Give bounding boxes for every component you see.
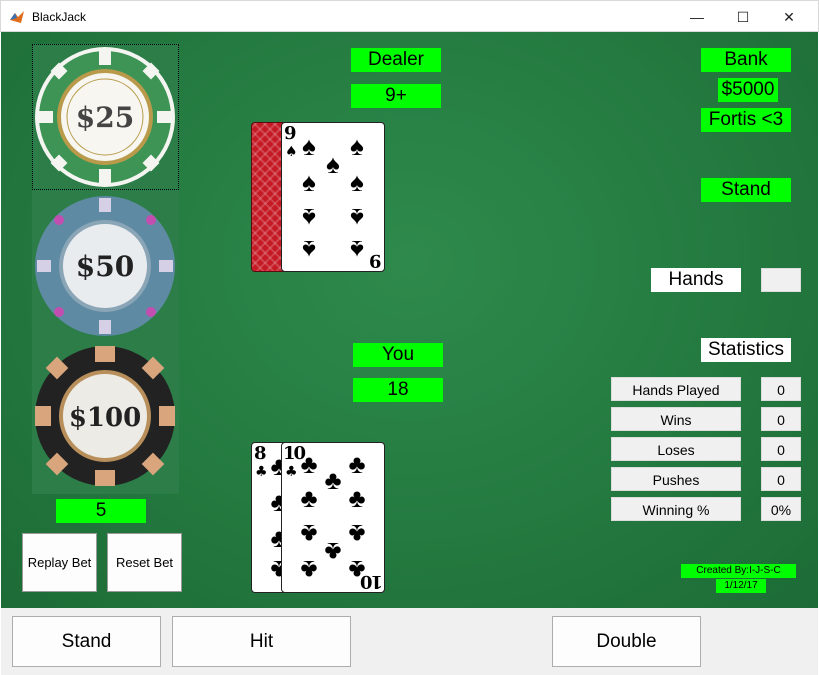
spade-icon: ♠ [350, 167, 364, 197]
matlab-app-icon [10, 11, 24, 23]
spade-icon: ♠ [350, 235, 364, 265]
chip-100-button[interactable]: $100 [33, 344, 178, 488]
title-bar: BlackJack — ☐ ✕ [0, 0, 819, 32]
club-icon: ♣ [300, 555, 318, 585]
spade-icon: ♠ [302, 203, 316, 233]
window-title: BlackJack [32, 10, 87, 24]
club-icon: ♣ [324, 537, 342, 567]
card-rank: 10 [361, 571, 383, 592]
chip-25-value: $25 [76, 101, 134, 134]
stat-label-wins: Wins [611, 407, 741, 431]
stat-value-winning-percent: 0% [761, 497, 801, 521]
spade-icon: ♠ [350, 203, 364, 233]
replay-bet-button[interactable]: Replay Bet [22, 533, 97, 592]
maximize-button[interactable]: ☐ [720, 1, 766, 33]
stat-label-winning-percent: Winning % [611, 497, 741, 521]
player-card-ten-clubs: 10 ♣ ♣ ♣ ♣ ♣ ♣ ♣ ♣ ♣ ♣ ♣ 10 [281, 442, 385, 593]
club-icon: ♣ [300, 519, 318, 549]
status-action: Stand [701, 178, 791, 202]
statistics-title: Statistics [701, 338, 791, 362]
reset-bet-button[interactable]: Reset Bet [107, 533, 182, 592]
credits-author: Created By:I-J-S-C [681, 564, 796, 578]
close-button[interactable]: ✕ [766, 1, 812, 33]
dealer-label: Dealer [351, 48, 441, 72]
stat-value-loses: 0 [761, 437, 801, 461]
club-icon: ♣ [300, 449, 318, 479]
player-name: Fortis <3 [701, 108, 791, 132]
stat-label-pushes: Pushes [611, 467, 741, 491]
bank-amount: $5000 [718, 78, 778, 102]
player-label: You [353, 343, 443, 367]
spade-icon: ♠ [302, 235, 316, 265]
club-icon: ♣ [300, 483, 318, 513]
club-icon: ♣ [348, 449, 366, 479]
minimize-button[interactable]: — [674, 1, 720, 33]
club-icon: ♣ [348, 483, 366, 513]
card-rank: 8 [254, 443, 267, 464]
bet-amount: 5 [56, 499, 146, 523]
spade-icon: ♠ [302, 131, 316, 161]
dealer-card-nine-spades: 9 ♠ ♠ ♠ ♠ ♠ ♠ ♠ ♠ ♠ ♠ 9 [281, 122, 385, 272]
stat-value-pushes: 0 [761, 467, 801, 491]
credits-date: 1/12/17 [716, 579, 766, 593]
chip-100-icon: $100 [35, 346, 175, 486]
dealer-score: 9+ [351, 84, 441, 108]
hands-label: Hands [651, 268, 741, 292]
chip-50-button[interactable]: $50 [33, 194, 178, 338]
stat-value-hands-played: 0 [761, 377, 801, 401]
chip-50-value: $50 [76, 250, 134, 283]
chip-25-icon: $25 [35, 47, 175, 187]
spade-icon: ♠ [350, 131, 364, 161]
stand-button[interactable]: Stand [12, 616, 161, 667]
hit-button[interactable]: Hit [172, 616, 351, 667]
stat-label-hands-played: Hands Played [611, 377, 741, 401]
spade-icon: ♠ [302, 167, 316, 197]
chip-25-button[interactable]: $25 [32, 44, 179, 190]
club-icon: ♣ [324, 465, 342, 495]
club-icon: ♣ [348, 519, 366, 549]
stat-label-loses: Loses [611, 437, 741, 461]
card-rank: 9 [369, 250, 382, 271]
bank-label: Bank [701, 48, 791, 72]
player-score: 18 [353, 378, 443, 402]
double-button[interactable]: Double [552, 616, 701, 667]
chip-100-value: $100 [69, 403, 141, 433]
card-rank: 9 [284, 123, 297, 144]
hands-value [761, 268, 801, 292]
spade-icon: ♠ [326, 149, 340, 179]
stat-value-wins: 0 [761, 407, 801, 431]
chip-50-icon: $50 [35, 196, 175, 336]
